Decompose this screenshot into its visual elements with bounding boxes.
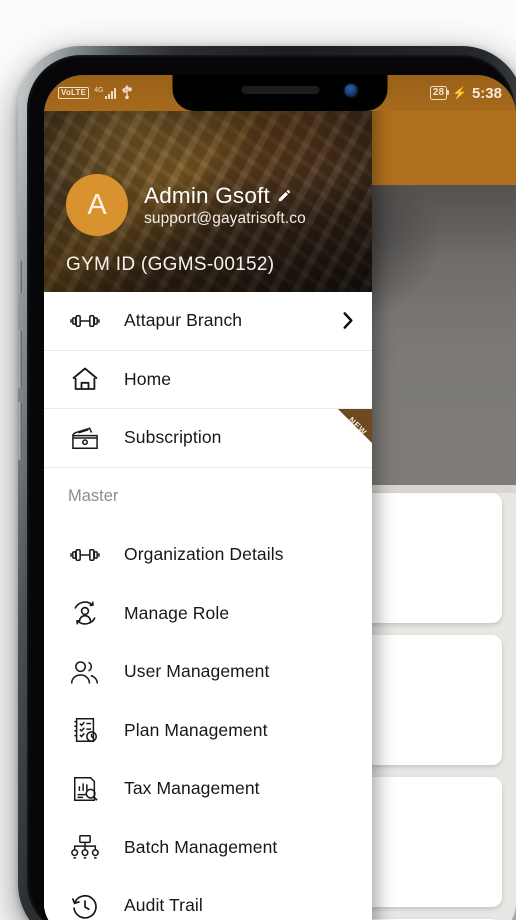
drawer-item-label: Tax Management — [124, 778, 260, 799]
drawer-item-plan-management[interactable]: Plan Management — [44, 701, 372, 760]
profile-name-row: Admin Gsoft — [144, 183, 306, 209]
dumbbell-icon — [68, 545, 102, 565]
volte-icon: VoLTE — [58, 87, 90, 99]
drawer-item-label: Attapur Branch — [124, 310, 243, 331]
profile-block[interactable]: A Admin Gsoft support@gayatrisoft.co — [66, 174, 360, 236]
edit-pencil-icon[interactable] — [277, 188, 292, 203]
volume-up-button[interactable] — [18, 330, 22, 388]
screenshot-root: { "status_bar": { "volte": "VoLTE", "net… — [0, 0, 516, 920]
drawer-item-home[interactable]: Home — [44, 350, 372, 409]
charging-bolt-icon: ⚡ — [452, 86, 467, 100]
tax-report-icon — [68, 775, 102, 803]
signal-bars-icon — [104, 88, 116, 99]
phone-frame: Att Live Member 0 — [18, 46, 516, 920]
drawer-item-attapur-branch[interactable]: Attapur Branch — [44, 292, 372, 351]
drawer-item-organization-details[interactable]: Organization Details — [44, 525, 372, 584]
volume-down-button[interactable] — [18, 402, 22, 460]
profile-text: Admin Gsoft support@gayatrisoft.co — [144, 183, 306, 228]
checklist-clock-icon — [68, 716, 102, 744]
status-bar-left: VoLTE 4G — [58, 85, 133, 101]
manage-role-icon — [68, 599, 102, 627]
drawer-menu-list: Attapur Branch Home Subscription NEW Mas… — [44, 292, 372, 920]
battery-icon: 28 — [429, 86, 450, 100]
drawer-item-label: Audit Trail — [124, 895, 203, 916]
usb-icon — [121, 85, 132, 99]
drawer-item-manage-role[interactable]: Manage Role — [44, 584, 372, 643]
drawer-item-audit-trail[interactable]: Audit Trail — [44, 876, 372, 920]
drawer-item-label: Batch Management — [124, 836, 278, 857]
display-notch — [172, 75, 388, 111]
clock-label: 5:38 — [471, 84, 502, 102]
network-signal-icon: 4G — [94, 87, 116, 99]
status-bar-right: 28 ⚡ 5:38 — [429, 84, 502, 102]
drawer-item-label: Subscription — [124, 427, 222, 448]
profile-name: Admin Gsoft — [144, 182, 270, 208]
drawer-item-tax-management[interactable]: Tax Management — [44, 759, 372, 818]
drawer-item-label: Manage Role — [124, 602, 230, 623]
drawer-item-user-management[interactable]: User Management — [44, 642, 372, 701]
wallet-icon — [68, 425, 102, 451]
front-camera — [344, 84, 358, 97]
history-clock-icon — [68, 892, 102, 920]
drawer-item-batch-management[interactable]: Batch Management — [44, 818, 372, 877]
gym-id-label: GYM ID (GGMS-00152) — [66, 254, 275, 275]
network-type-label: 4G — [94, 87, 104, 94]
drawer-section-master: Master — [44, 467, 372, 526]
users-icon — [68, 659, 102, 685]
drawer-item-label: Home — [124, 368, 172, 389]
earpiece-speaker — [241, 86, 319, 94]
home-icon — [68, 366, 102, 392]
avatar: A — [66, 174, 128, 236]
phone-screen: Att Live Member 0 — [44, 75, 516, 920]
drawer-item-label: User Management — [124, 661, 270, 682]
drawer-item-label: Plan Management — [124, 719, 268, 740]
gym-app: Att Live Member 0 — [44, 75, 516, 920]
drawer-item-subscription[interactable]: Subscription NEW — [44, 409, 372, 468]
mute-switch[interactable] — [18, 260, 22, 294]
drawer-item-label: Organization Details — [124, 544, 284, 565]
dumbbell-icon — [68, 311, 102, 331]
navigation-drawer: A Admin Gsoft support@gayatrisoft.co GYM… — [44, 75, 372, 920]
chevron-right-icon[interactable] — [342, 311, 354, 330]
batch-hierarchy-icon — [68, 833, 102, 861]
profile-email: support@gayatrisoft.co — [144, 209, 306, 227]
